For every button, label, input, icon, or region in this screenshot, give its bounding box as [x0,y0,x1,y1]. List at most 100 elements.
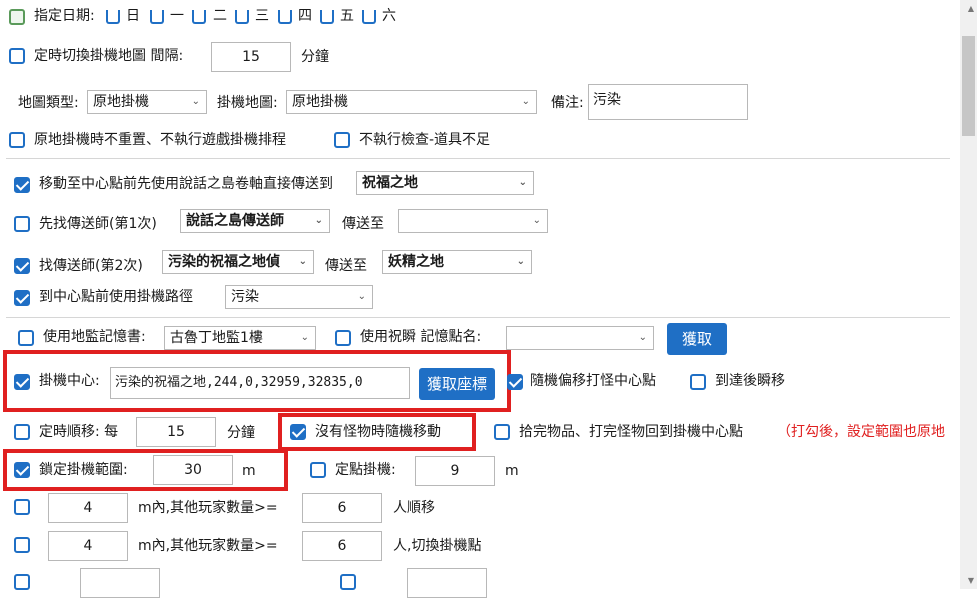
hang-center-input[interactable]: 污染的祝福之地,244,0,32959,32835,0 [110,367,410,399]
day-label-wed: 三 [255,8,269,24]
players-switch-distance-input[interactable]: 4 [48,531,128,561]
fetch-button[interactable]: 獲取 [667,323,727,355]
players-move-count-input[interactable]: 6 [302,493,382,523]
bless-memory-select[interactable]: ⌄ [506,326,654,350]
no-reset-checkbox[interactable] [9,132,25,148]
day-checkbox-mon[interactable] [150,10,164,24]
section-divider [6,158,950,159]
section-divider [6,317,950,318]
teleporter1-npc-select[interactable]: 說話之島傳送師 ⌄ [180,209,330,233]
teleporter1-dest-select[interactable]: ⌄ [398,209,548,233]
memory-book-checkbox[interactable] [18,330,34,346]
day-label-fri: 五 [340,8,354,24]
arrive-teleport-label: 到達後瞬移 [715,373,785,389]
players-switch-mid-label: m內,其他玩家數量>= [138,538,278,554]
lock-range-label: 鎖定掛機範圍: [39,462,128,478]
return-center-note: （打勾後，設定範圍也原地 [777,424,945,440]
no-check-label: 不執行檢查-道具不足 [359,132,491,148]
players-move-checkbox[interactable] [14,499,30,515]
partial-row-input-2[interactable] [407,568,487,598]
switch-map-checkbox[interactable] [9,48,25,64]
day-checkbox-sat[interactable] [362,10,376,24]
hang-center-label: 掛機中心: [39,373,100,389]
fetch-coords-button[interactable]: 獲取座標 [419,368,495,400]
memory-book-select[interactable]: 古魯丁地監1樓 ⌄ [164,326,316,350]
random-move-checkbox[interactable] [290,424,306,440]
hang-map-select[interactable]: 原地掛機 ⌄ [286,90,537,114]
partial-row-checkbox-2[interactable] [340,574,356,590]
fixed-hang-checkbox[interactable] [310,462,326,478]
chevron-down-icon: ⌄ [516,256,525,267]
specify-date-label: 指定日期: [34,8,95,24]
players-move-distance-input[interactable]: 4 [48,493,128,523]
day-checkbox-tue[interactable] [192,10,206,24]
timed-move-input[interactable]: 15 [136,417,216,447]
use-path-label: 到中心點前使用掛機路徑 [39,289,193,305]
no-check-checkbox[interactable] [334,132,350,148]
return-center-checkbox[interactable] [494,424,510,440]
teleport-scroll-checkbox[interactable] [14,177,30,193]
fixed-hang-unit: m [505,463,519,479]
timed-move-label: 定時順移: 每 [39,424,119,440]
teleporter2-dest-select[interactable]: 妖精之地 ⌄ [382,250,532,274]
teleporter2-npc-value: 污染的祝福之地偵 [168,254,280,270]
teleporter2-npc-select[interactable]: 污染的祝福之地偵 ⌄ [162,250,314,274]
vertical-scrollbar[interactable]: ▲ ▼ [960,0,977,589]
day-label-sun: 日 [126,8,140,24]
teleporter2-label: 找傳送師(第2次) [39,258,143,274]
note-label: 備注: [551,95,584,111]
scroll-down-icon[interactable]: ▼ [968,576,974,585]
random-offset-checkbox[interactable] [507,374,523,390]
teleporter1-label: 先找傳送師(第1次) [39,216,157,232]
day-checkbox-sun[interactable] [106,10,120,24]
teleporter2-checkbox[interactable] [14,258,30,274]
teleporter2-dest-value: 妖精之地 [388,254,444,270]
teleporter1-to-label: 傳送至 [342,216,384,232]
teleporter1-checkbox[interactable] [14,216,30,232]
lock-range-input[interactable]: 30 [153,455,233,485]
teleport-scroll-value: 祝福之地 [362,175,418,191]
teleporter2-to-label: 傳送至 [325,258,367,274]
players-switch-tail-label: 人,切換掛機點 [393,538,482,554]
scroll-up-icon[interactable]: ▲ [968,4,974,13]
map-type-select[interactable]: 原地掛機 ⌄ [87,90,207,114]
fixed-hang-input[interactable]: 9 [415,456,495,486]
note-input[interactable]: 污染 [588,84,748,120]
day-checkbox-thu[interactable] [278,10,292,24]
timed-move-checkbox[interactable] [14,424,30,440]
players-switch-checkbox[interactable] [14,537,30,553]
day-checkbox-fri[interactable] [320,10,334,24]
switch-map-label: 定時切換掛機地圖 間隔: [34,48,184,64]
players-switch-count-input[interactable]: 6 [302,531,382,561]
switch-interval-input[interactable]: 15 [211,42,291,72]
map-type-label: 地圖類型: [18,95,79,111]
use-path-checkbox[interactable] [14,290,30,306]
map-type-value: 原地掛機 [93,94,149,110]
use-path-select[interactable]: 污染 ⌄ [225,285,373,309]
hang-map-label: 掛機地圖: [217,95,278,111]
specify-date-checkbox[interactable] [9,9,25,25]
timed-move-unit: 分鐘 [227,425,255,441]
return-center-label: 拾完物品、打完怪物回到掛機中心點 [519,424,743,440]
memory-book-label: 使用地監記憶書: [43,329,146,345]
chevron-down-icon: ⌄ [638,332,647,343]
partial-row-checkbox-1[interactable] [14,574,30,590]
chevron-down-icon: ⌄ [518,177,527,188]
scrollbar-thumb[interactable] [962,36,975,136]
teleport-scroll-label: 移動至中心點前先使用說話之島卷軸直接傳送到 [39,176,333,192]
chevron-down-icon: ⌄ [357,291,366,302]
lock-range-checkbox[interactable] [14,462,30,478]
arrive-teleport-checkbox[interactable] [690,374,706,390]
lock-range-unit: m [242,463,256,479]
chevron-down-icon: ⌄ [314,215,323,226]
hang-map-value: 原地掛機 [292,94,348,110]
bless-memory-checkbox[interactable] [335,330,351,346]
partial-row-input-1[interactable] [80,568,160,598]
teleport-scroll-select[interactable]: 祝福之地 ⌄ [356,171,534,195]
day-checkbox-wed[interactable] [235,10,249,24]
players-move-mid-label: m內,其他玩家數量>= [138,500,278,516]
hang-center-checkbox[interactable] [14,374,30,390]
random-move-label: 沒有怪物時隨機移動 [315,424,441,440]
chevron-down-icon: ⌄ [191,96,200,107]
chevron-down-icon: ⌄ [521,96,530,107]
